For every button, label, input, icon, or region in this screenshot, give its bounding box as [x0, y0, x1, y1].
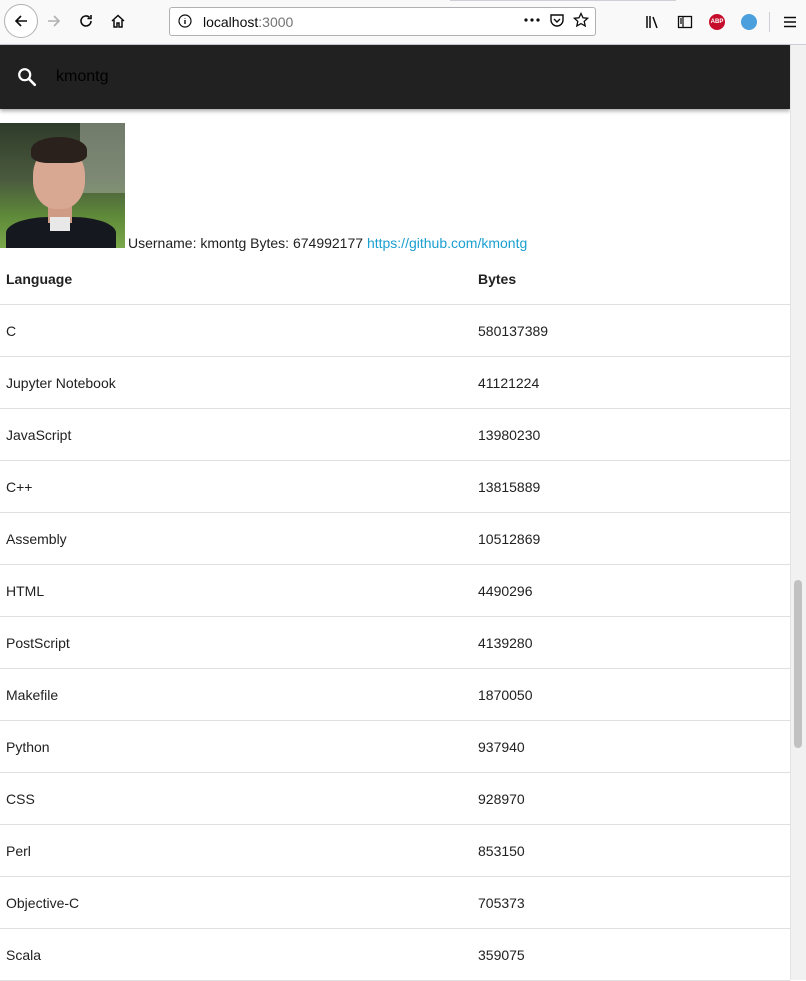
table-row: C 580137389: [0, 304, 790, 357]
bytes-cell: 580137389: [472, 304, 790, 357]
table-row: PostScript 4139280: [0, 616, 790, 669]
url-text: localhost:3000: [203, 14, 293, 30]
language-cell: PostScript: [0, 616, 472, 669]
username-value: kmontg: [200, 235, 247, 251]
table-row: Makefile 1870050: [0, 668, 790, 721]
table-row: HTML 4490296: [0, 564, 790, 617]
language-cell: Jupyter Notebook: [0, 356, 472, 409]
table-row: Python 937940: [0, 720, 790, 773]
user-profile: Username: kmontg Bytes: 674992177 https:…: [0, 123, 790, 253]
username-label: Username:: [128, 235, 197, 251]
home-icon: [111, 14, 125, 28]
extension-icon[interactable]: [733, 6, 765, 38]
bytes-cell: 928970: [472, 772, 790, 825]
language-cell: C: [0, 304, 472, 357]
adblock-plus-icon[interactable]: ABP: [701, 6, 733, 38]
menu-icon[interactable]: [774, 6, 806, 38]
home-button[interactable]: [102, 5, 134, 37]
toolbar-divider: [769, 12, 770, 32]
bytes-cell: 1870050: [472, 668, 790, 721]
page-actions-icon[interactable]: [523, 13, 541, 30]
url-bar[interactable]: localhost:3000: [169, 7, 596, 36]
avatar: [0, 123, 125, 248]
bytes-cell: 705373: [472, 876, 790, 929]
sidebar-icon[interactable]: [669, 6, 701, 38]
url-host: localhost: [203, 14, 259, 30]
bytes-cell: 359075: [472, 928, 790, 981]
language-cell: JavaScript: [0, 408, 472, 461]
forward-button[interactable]: [38, 5, 70, 37]
table-row: Scala 359075: [0, 928, 790, 981]
table-row: Assembly 10512869: [0, 512, 790, 565]
language-cell: Objective-C: [0, 876, 472, 929]
language-cell: Perl: [0, 824, 472, 877]
bytes-label: Bytes:: [250, 235, 290, 251]
bytes-cell: 937940: [472, 720, 790, 773]
table-row: JavaScript 13980230: [0, 408, 790, 461]
table-header-row: Language Bytes: [0, 253, 790, 305]
table-row: Objective-C 705373: [0, 876, 790, 929]
column-header-language: Language: [0, 253, 472, 305]
url-port: :3000: [258, 14, 294, 30]
bytes-cell: 4139280: [472, 616, 790, 669]
language-cell: CSS: [0, 772, 472, 825]
search-input[interactable]: [56, 63, 756, 91]
forward-arrow-icon: [48, 15, 61, 27]
bytes-cell: 10512869: [472, 512, 790, 565]
bytes-cell: 41121224: [472, 356, 790, 409]
language-cell: C++: [0, 460, 472, 513]
page-scrollbar[interactable]: [790, 45, 806, 980]
table-row: Perl 853150: [0, 824, 790, 877]
github-profile-link[interactable]: https://github.com/kmontg: [367, 235, 527, 251]
scrollbar-thumb[interactable]: [794, 580, 802, 748]
table-row: CSS 928970: [0, 772, 790, 825]
language-cell: Python: [0, 720, 472, 773]
language-table: Language Bytes C 580137389 Jupyter Notebo…: [0, 253, 790, 981]
profile-text: Username: kmontg Bytes: 674992177 https:…: [128, 235, 527, 251]
bookmark-star-icon[interactable]: [572, 11, 590, 31]
back-button[interactable]: [4, 4, 38, 38]
site-info-icon[interactable]: [178, 14, 192, 31]
language-cell: Scala: [0, 928, 472, 981]
language-cell: HTML: [0, 564, 472, 617]
search-app-bar: [0, 45, 790, 109]
language-cell: Assembly: [0, 512, 472, 565]
reload-icon: [80, 15, 92, 27]
back-arrow-icon: [14, 15, 27, 27]
browser-toolbar: localhost:3000 ABP: [0, 0, 806, 45]
library-icon[interactable]: [637, 6, 669, 38]
bytes-cell: 4490296: [472, 564, 790, 617]
table-row: C++ 13815889: [0, 460, 790, 513]
language-cell: Makefile: [0, 668, 472, 721]
main-content: Username: kmontg Bytes: 674992177 https:…: [0, 123, 790, 981]
reload-button[interactable]: [70, 5, 102, 37]
bytes-cell: 13980230: [472, 408, 790, 461]
total-bytes-value: 674992177: [292, 235, 364, 251]
column-header-bytes: Bytes: [472, 253, 790, 305]
tab-strip-edge: [450, 0, 676, 1]
pocket-icon[interactable]: [549, 12, 565, 31]
table-row: Jupyter Notebook 41121224: [0, 356, 790, 409]
bytes-cell: 13815889: [472, 460, 790, 513]
bytes-cell: 853150: [472, 824, 790, 877]
search-icon[interactable]: [16, 66, 38, 93]
